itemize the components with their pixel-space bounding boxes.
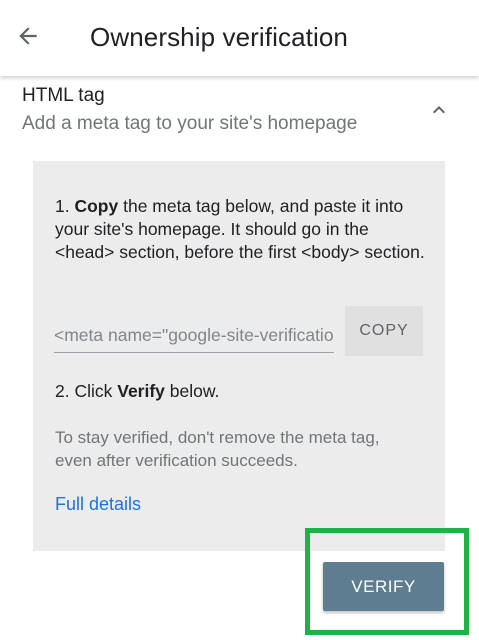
instructions-card: 1. Copy the meta tag below, and paste it… xyxy=(33,161,445,551)
full-details-link[interactable]: Full details xyxy=(55,494,141,515)
step1-number: 1. xyxy=(55,196,70,216)
verify-button[interactable]: VERIFY xyxy=(323,562,444,611)
page-title: Ownership verification xyxy=(90,22,348,52)
app-header: Ownership verification xyxy=(0,0,479,76)
verification-note: To stay verified, don't remove the meta … xyxy=(55,428,380,470)
step1-text: 1. Copy the meta tag below, and paste it… xyxy=(55,195,425,264)
back-button[interactable] xyxy=(12,22,44,54)
step1-bold: Copy xyxy=(74,196,119,216)
chevron-up-icon[interactable] xyxy=(427,98,451,122)
html-tag-section-header[interactable]: HTML tag Add a meta tag to your site's h… xyxy=(0,80,479,140)
ownership-verification-page: Ownership verification HTML tag Add a me… xyxy=(0,0,479,640)
section-title: HTML tag xyxy=(22,85,105,106)
copy-button[interactable]: COPY xyxy=(345,306,423,356)
section-subtitle: Add a meta tag to your site's homepage xyxy=(22,113,358,134)
step2-bold: Verify xyxy=(117,381,165,401)
arrow-back-icon xyxy=(15,23,41,54)
meta-tag-field[interactable] xyxy=(54,323,334,353)
step2-text: 2. Click Verify below. xyxy=(55,381,219,402)
step2-prefix: 2. Click xyxy=(55,381,118,401)
step2-suffix: below. xyxy=(164,381,220,401)
